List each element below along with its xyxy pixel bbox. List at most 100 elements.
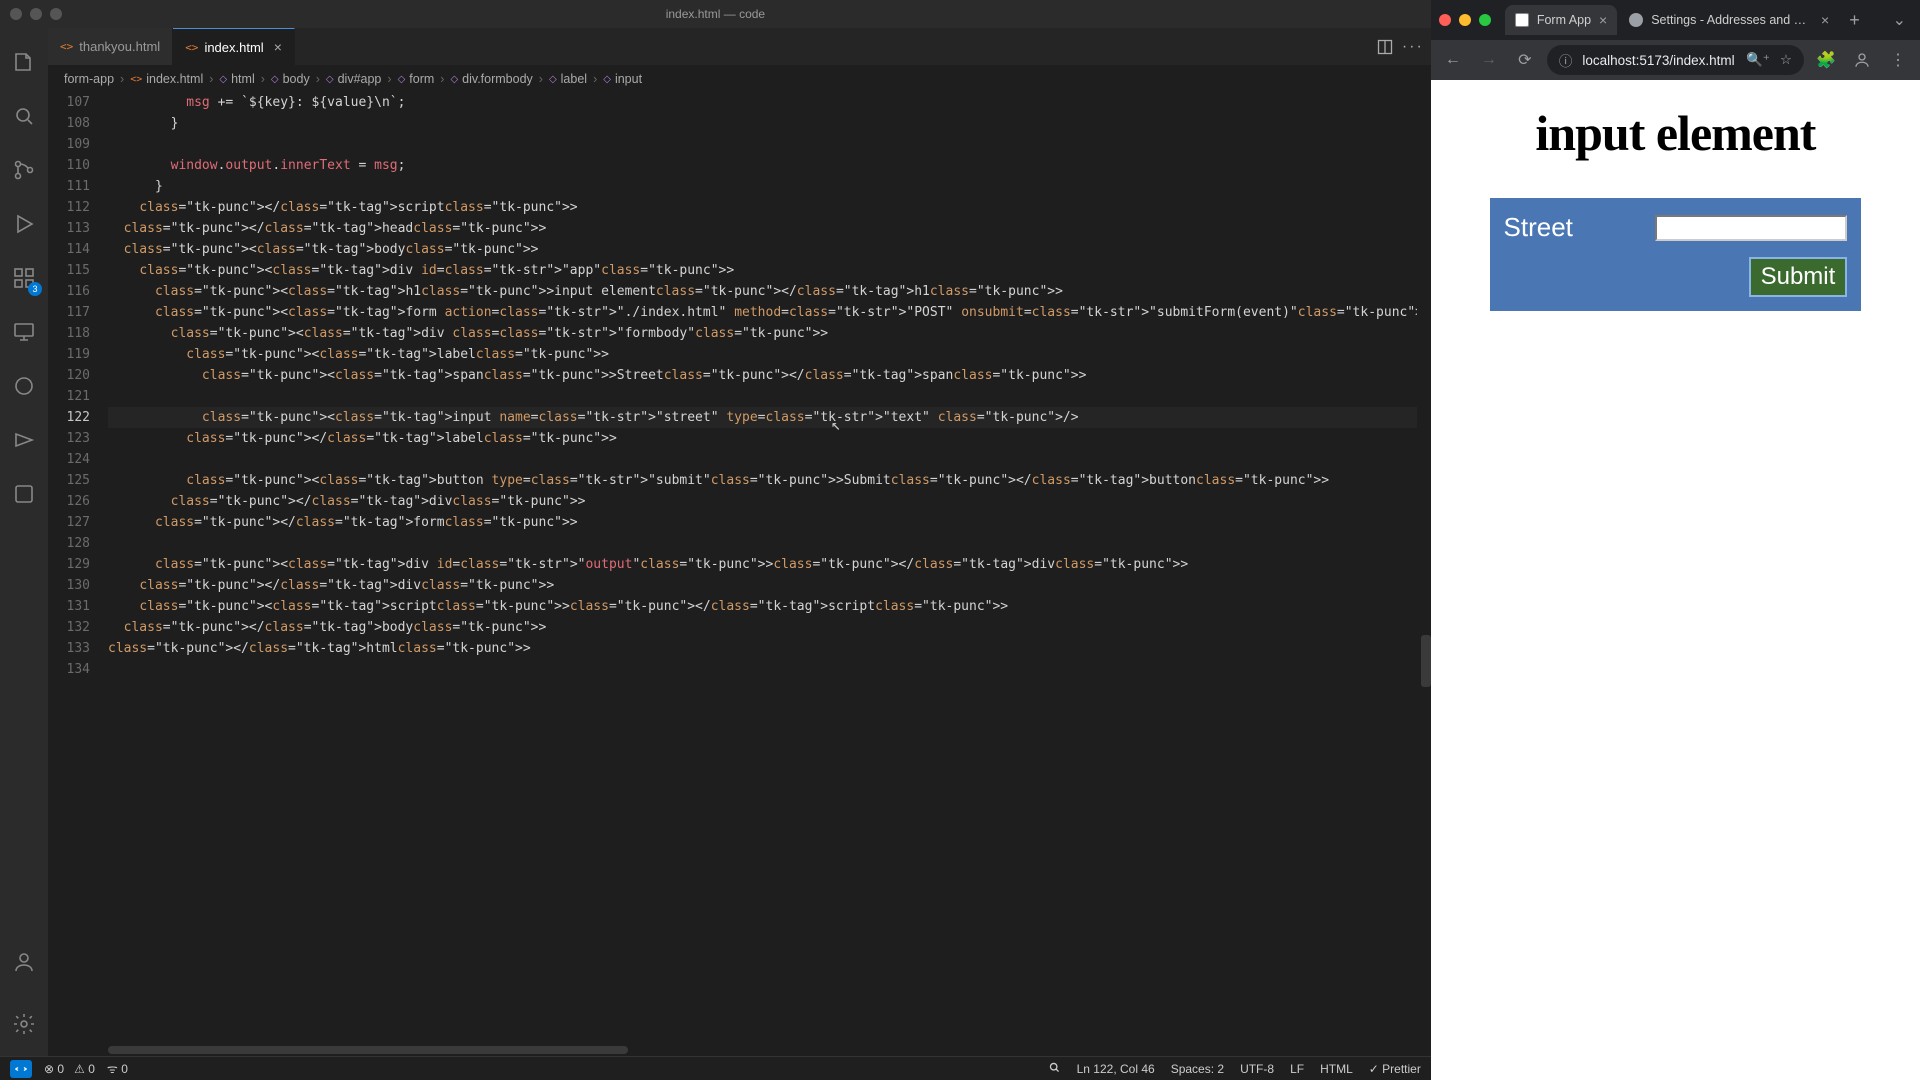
forward-button[interactable]: →	[1475, 46, 1503, 74]
breadcrumb-item[interactable]: form-app	[64, 72, 114, 86]
tabs-overflow-icon[interactable]: ⌄	[1887, 10, 1912, 30]
close-dot[interactable]	[1439, 14, 1451, 26]
remote-explorer-icon[interactable]	[0, 308, 48, 356]
zoom-dot[interactable]	[1479, 14, 1491, 26]
breadcrumb-item[interactable]: form	[409, 72, 434, 86]
scrollbar-thumb[interactable]	[108, 1046, 628, 1054]
editor-tab-index[interactable]: <> index.html ×	[173, 28, 295, 65]
editor-tab-label: index.html	[204, 40, 263, 55]
chevron-right-icon: ›	[440, 72, 444, 86]
page-favicon-icon	[1515, 13, 1529, 27]
breadcrumb-item[interactable]: label	[561, 72, 587, 86]
submit-button[interactable]: Submit	[1749, 257, 1848, 297]
street-input[interactable]	[1655, 215, 1848, 241]
accounts-icon[interactable]	[0, 938, 48, 986]
close-icon[interactable]: ×	[1599, 12, 1607, 28]
minimap-scrollbar[interactable]	[1417, 92, 1431, 1044]
close-icon[interactable]: ×	[274, 39, 282, 55]
address-bar[interactable]: ⓘ localhost:5173/index.html 🔍⁺ ☆	[1547, 45, 1804, 75]
antenna-icon: ᯤ	[107, 1062, 118, 1076]
status-find-icon[interactable]	[1048, 1061, 1061, 1077]
status-bar: ⊗ 0 ⚠ 0 ᯤ 0 Ln 122, Col 46 Spaces: 2 UTF…	[0, 1056, 1431, 1080]
chevron-right-icon: ›	[316, 72, 320, 86]
page-heading: input element	[1535, 104, 1815, 162]
chevron-right-icon: ›	[261, 72, 265, 86]
chevron-right-icon: ›	[593, 72, 597, 86]
breadcrumb-item[interactable]: index.html	[146, 72, 203, 86]
extensions-icon[interactable]: 3	[0, 254, 48, 302]
scrollbar-thumb[interactable]	[1421, 635, 1431, 687]
minimize-dot[interactable]	[30, 8, 42, 20]
new-tab-button[interactable]: +	[1841, 10, 1868, 31]
zoom-dot[interactable]	[50, 8, 62, 20]
run-debug-icon[interactable]	[0, 200, 48, 248]
zoom-icon[interactable]: 🔍⁺	[1746, 52, 1770, 68]
activity-item-icon[interactable]	[0, 416, 48, 464]
vscode-title: index.html — code	[666, 7, 765, 21]
breadcrumb-item[interactable]: input	[615, 72, 642, 86]
breadcrumb-item[interactable]: body	[283, 72, 310, 86]
settings-favicon-icon	[1629, 13, 1643, 27]
chevron-right-icon: ›	[209, 72, 213, 86]
html-file-icon: <>	[185, 41, 198, 54]
browser-tab-label: Form App	[1537, 13, 1591, 27]
close-icon[interactable]: ×	[1821, 12, 1829, 28]
rendered-page: input element Street Submit	[1431, 80, 1920, 1080]
status-problems[interactable]: ⊗ 0 ⚠ 0	[44, 1062, 95, 1076]
browser-tab-settings[interactable]: Settings - Addresses and m… ×	[1619, 5, 1839, 35]
activity-item-icon[interactable]	[0, 362, 48, 410]
split-editor-icon[interactable]	[1377, 39, 1393, 55]
editor-tab-label: thankyou.html	[79, 39, 160, 54]
site-info-icon[interactable]: ⓘ	[1559, 50, 1573, 70]
chevron-right-icon: ›	[120, 72, 124, 86]
html-file-icon: <>	[60, 40, 73, 53]
vscode-window: index.html — code 3	[0, 0, 1431, 1080]
settings-gear-icon[interactable]	[0, 1000, 48, 1048]
editor-tab-thankyou[interactable]: <> thankyou.html	[48, 28, 173, 65]
browser-menu-icon[interactable]: ⋮	[1884, 46, 1912, 74]
browser-tab-formapp[interactable]: Form App ×	[1505, 5, 1617, 35]
search-icon[interactable]	[0, 92, 48, 140]
error-icon: ⊗	[44, 1062, 54, 1076]
field-label-street: Street	[1504, 212, 1573, 243]
status-ports[interactable]: ᯤ 0	[107, 1060, 128, 1077]
url-text: localhost:5173/index.html	[1582, 53, 1736, 68]
editor-area: <> thankyou.html <> index.html × ···	[48, 28, 1431, 1056]
extensions-icon[interactable]: 🧩	[1812, 46, 1840, 74]
bookmark-icon[interactable]: ☆	[1780, 52, 1792, 68]
vscode-titlebar: index.html — code	[0, 0, 1431, 28]
minimize-dot[interactable]	[1459, 14, 1471, 26]
macos-window-controls[interactable]	[10, 8, 62, 20]
extensions-badge: 3	[28, 282, 42, 296]
status-encoding[interactable]: UTF-8	[1240, 1062, 1274, 1076]
status-cursor-pos[interactable]: Ln 122, Col 46	[1077, 1062, 1155, 1076]
activity-bar: 3	[0, 28, 48, 1056]
remote-indicator[interactable]	[10, 1060, 32, 1078]
form-container: Street Submit	[1490, 198, 1862, 311]
editor-tabs: <> thankyou.html <> index.html × ···	[48, 28, 1431, 66]
back-button[interactable]: ←	[1439, 46, 1467, 74]
explorer-icon[interactable]	[0, 38, 48, 86]
status-language[interactable]: HTML	[1320, 1062, 1353, 1076]
macos-window-controls[interactable]	[1439, 14, 1491, 26]
horizontal-scrollbar[interactable]	[48, 1044, 1431, 1056]
code-content[interactable]: msg += `${key}: ${value}\n`; } window.ou…	[108, 92, 1431, 1044]
breadcrumb-item[interactable]: html	[231, 72, 255, 86]
reload-button[interactable]: ⟳	[1511, 46, 1539, 74]
status-formatter[interactable]: ✓ Prettier	[1369, 1062, 1421, 1076]
browser-window: Form App × Settings - Addresses and m… ×…	[1431, 0, 1920, 1080]
more-actions-icon[interactable]: ···	[1405, 39, 1421, 55]
breadcrumbs[interactable]: form-app › <>index.html › ◇html › ◇body …	[48, 66, 1431, 92]
source-control-icon[interactable]	[0, 146, 48, 194]
status-indent[interactable]: Spaces: 2	[1171, 1062, 1224, 1076]
profile-icon[interactable]	[1848, 46, 1876, 74]
browser-toolbar: ← → ⟳ ⓘ localhost:5173/index.html 🔍⁺ ☆ 🧩…	[1431, 40, 1920, 80]
warning-icon: ⚠	[74, 1062, 85, 1076]
status-eol[interactable]: LF	[1290, 1062, 1304, 1076]
chevron-right-icon: ›	[539, 72, 543, 86]
close-dot[interactable]	[10, 8, 22, 20]
code-editor[interactable]: 1071081091101111121131141151161171181191…	[48, 92, 1431, 1044]
breadcrumb-item[interactable]: div.formbody	[462, 72, 533, 86]
breadcrumb-item[interactable]: div#app	[338, 72, 382, 86]
activity-item-icon[interactable]	[0, 470, 48, 518]
